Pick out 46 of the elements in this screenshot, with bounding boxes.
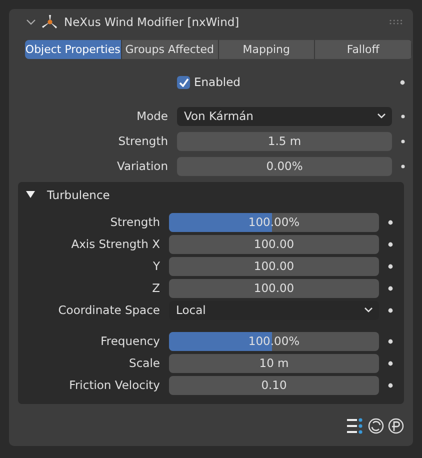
number-field[interactable]: 0.00%	[177, 156, 392, 176]
tab[interactable]: Object Properties	[25, 40, 122, 59]
keyframe-dot-icon[interactable]	[400, 80, 405, 84]
number-field[interactable]: 100.00	[169, 256, 379, 276]
field-label: Frequency	[100, 334, 161, 348]
field-label: Variation	[116, 159, 169, 173]
field-label: Strength	[109, 215, 161, 229]
dropdown[interactable]: Local	[169, 300, 379, 320]
keyframe-dot-icon[interactable]	[401, 164, 405, 168]
number-field[interactable]: 0.10	[169, 376, 379, 394]
chevron-down-icon	[364, 307, 373, 313]
keyframe-dot-icon[interactable]	[388, 308, 393, 312]
propeller-icon	[41, 14, 59, 30]
number-field[interactable]: 100.00	[169, 234, 379, 254]
chevron-down-icon	[377, 113, 386, 119]
field-label: Y	[152, 259, 161, 273]
list-icon[interactable]	[346, 418, 364, 434]
field-label: Coordinate Space	[57, 303, 161, 317]
field-label: Scale	[128, 356, 161, 370]
keyframe-dot-icon[interactable]	[401, 138, 405, 144]
refresh-icon[interactable]	[368, 418, 384, 434]
keyframe-dot-icon[interactable]	[388, 382, 393, 388]
keyframe-dot-icon[interactable]	[388, 264, 393, 268]
panel-title: NeXus Wind Modifier [nxWind]	[64, 15, 240, 29]
chevron-down-icon[interactable]	[26, 18, 36, 26]
number-field[interactable]: 100.00	[169, 278, 379, 298]
p-circle-icon[interactable]	[388, 418, 404, 434]
keyframe-dot-icon[interactable]	[388, 242, 393, 246]
keyframe-dot-icon[interactable]	[401, 114, 405, 118]
keyframe-dot-icon[interactable]	[388, 338, 393, 344]
field-label: Axis Strength X	[70, 237, 161, 251]
dropdown[interactable]: Von Kármán	[177, 106, 392, 126]
number-field[interactable]: 1.5 m	[177, 132, 392, 150]
checkbox-box[interactable]	[177, 76, 190, 88]
keyframe-dot-icon[interactable]	[388, 286, 393, 290]
field-label: Friction Velocity	[68, 378, 161, 392]
drag-handle-icon[interactable]	[389, 19, 403, 25]
keyframe-dot-icon[interactable]	[388, 360, 393, 366]
subpanel-title: Turbulence	[47, 188, 110, 202]
field-label: Strength	[117, 134, 169, 148]
triangle-down-icon[interactable]	[26, 191, 35, 199]
number-field[interactable]: 10 m	[169, 354, 379, 372]
checkbox[interactable]: Enabled	[177, 75, 392, 89]
field-label: Z	[151, 281, 161, 295]
keyframe-dot-icon[interactable]	[388, 220, 393, 224]
field-label: Mode	[136, 109, 169, 123]
